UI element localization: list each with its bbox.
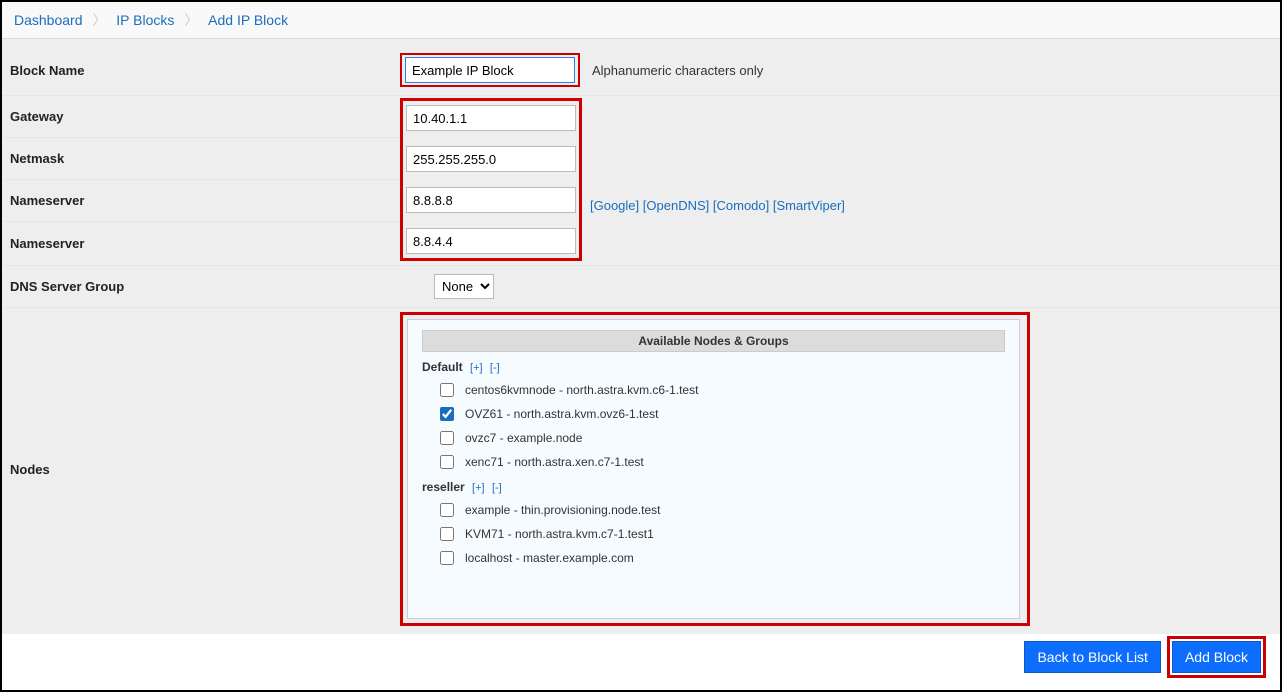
label-nodes: Nodes xyxy=(10,312,400,477)
ns-link-google[interactable]: [Google] xyxy=(590,198,639,213)
highlight-add-block: Add Block xyxy=(1167,636,1266,678)
node-group-title: reseller [+] [-] xyxy=(422,480,1005,494)
node-item: KVM71 - north.astra.kvm.c7-1.test1 xyxy=(422,522,1005,546)
breadcrumb-ipblocks[interactable]: IP Blocks xyxy=(116,12,174,28)
label-nameserver1: Nameserver xyxy=(10,193,400,208)
row-nodes: Nodes Available Nodes & Groups Default [… xyxy=(2,308,1280,634)
node-group-collapse-link[interactable]: [-] xyxy=(492,482,502,494)
node-item-checkbox[interactable] xyxy=(440,431,454,445)
node-item-checkbox[interactable] xyxy=(440,503,454,517)
node-item-label: KVM71 - north.astra.kvm.c7-1.test1 xyxy=(465,527,654,541)
form-area: Block Name Alphanumeric characters only … xyxy=(2,39,1280,634)
node-group-expand-link[interactable]: [+] xyxy=(472,482,485,494)
highlight-nodes-panel: Available Nodes & Groups Default [+] [-]… xyxy=(400,312,1030,626)
node-item: centos6kvmnode - north.astra.kvm.c6-1.te… xyxy=(422,378,1005,402)
breadcrumb-sep-icon: 〉 xyxy=(92,12,106,28)
node-item-label: xenc71 - north.astra.xen.c7-1.test xyxy=(465,455,644,469)
label-netmask: Netmask xyxy=(10,151,400,166)
node-item: OVZ61 - north.astra.kvm.ovz6-1.test xyxy=(422,402,1005,426)
nameserver1-input[interactable] xyxy=(406,187,576,213)
label-dns-group: DNS Server Group xyxy=(10,279,434,294)
node-item-label: example - thin.provisioning.node.test xyxy=(465,503,660,517)
footer-buttons: Back to Block List Add Block xyxy=(1024,636,1266,678)
label-nameserver2: Nameserver xyxy=(10,236,400,251)
block-name-hint: Alphanumeric characters only xyxy=(592,63,763,78)
node-item: xenc71 - north.astra.xen.c7-1.test xyxy=(422,450,1005,474)
highlight-network-fields xyxy=(400,98,582,261)
node-item: ovzc7 - example.node xyxy=(422,426,1005,450)
ns-link-smartviper[interactable]: [SmartViper] xyxy=(773,198,845,213)
node-group-title: Default [+] [-] xyxy=(422,360,1005,374)
back-to-block-list-button[interactable]: Back to Block List xyxy=(1024,641,1161,673)
highlight-block-name xyxy=(400,53,580,87)
nameserver-provider-links: [Google] [OpenDNS] [Comodo] [SmartViper] xyxy=(582,184,845,226)
node-item-checkbox[interactable] xyxy=(440,455,454,469)
label-gateway: Gateway xyxy=(10,109,400,124)
breadcrumb-dashboard[interactable]: Dashboard xyxy=(14,12,83,28)
row-dns-group: DNS Server Group None xyxy=(2,266,1280,308)
node-item-label: OVZ61 - north.astra.kvm.ovz6-1.test xyxy=(465,407,658,421)
breadcrumb: Dashboard 〉 IP Blocks 〉 Add IP Block xyxy=(2,2,1280,39)
dns-group-select[interactable]: None xyxy=(434,274,494,299)
node-item: example - thin.provisioning.node.test xyxy=(422,498,1005,522)
nodes-panel-title: Available Nodes & Groups xyxy=(422,330,1005,352)
breadcrumb-sep-icon: 〉 xyxy=(184,12,198,28)
netmask-input[interactable] xyxy=(406,146,576,172)
nodes-panel: Available Nodes & Groups Default [+] [-]… xyxy=(407,319,1020,619)
node-item-checkbox[interactable] xyxy=(440,551,454,565)
label-block-name: Block Name xyxy=(10,63,400,78)
node-group-expand-link[interactable]: [+] xyxy=(470,362,483,374)
ns-link-comodo[interactable]: [Comodo] xyxy=(713,198,769,213)
node-group-collapse-link[interactable]: [-] xyxy=(490,362,500,374)
row-block-name: Block Name Alphanumeric characters only xyxy=(2,39,1280,96)
add-block-button[interactable]: Add Block xyxy=(1172,641,1261,673)
gateway-input[interactable] xyxy=(406,105,576,131)
node-item-label: ovzc7 - example.node xyxy=(465,431,582,445)
node-group-name: reseller xyxy=(422,480,465,494)
node-item-label: localhost - master.example.com xyxy=(465,551,634,565)
node-item-checkbox[interactable] xyxy=(440,383,454,397)
node-item-checkbox[interactable] xyxy=(440,407,454,421)
node-group-name: Default xyxy=(422,360,463,374)
breadcrumb-add-ip-block[interactable]: Add IP Block xyxy=(208,12,288,28)
ns-link-opendns[interactable]: [OpenDNS] xyxy=(643,198,709,213)
node-item-label: centos6kvmnode - north.astra.kvm.c6-1.te… xyxy=(465,383,698,397)
nameserver2-input[interactable] xyxy=(406,228,576,254)
node-item-checkbox[interactable] xyxy=(440,527,454,541)
block-name-input[interactable] xyxy=(405,57,575,83)
node-item: localhost - master.example.com xyxy=(422,546,1005,570)
